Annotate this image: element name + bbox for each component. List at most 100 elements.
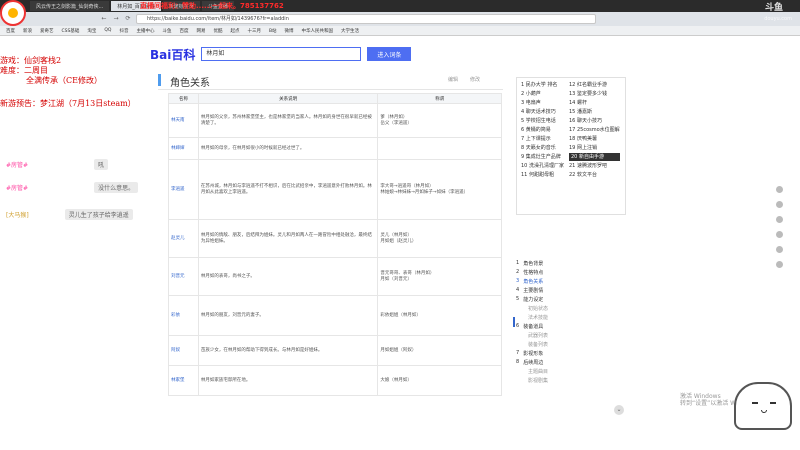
reload-icon[interactable]: ⟳ bbox=[124, 15, 132, 23]
bookmark[interactable]: 大学生活 bbox=[341, 28, 359, 34]
bookmark[interactable]: 网易 bbox=[196, 28, 205, 34]
outline-item-active[interactable]: 3 角色关系 bbox=[516, 278, 596, 287]
character-link[interactable]: 林天南 bbox=[168, 103, 199, 138]
browser-tab[interactable]: 风云传王之剑影篇_仙剑奇侠... bbox=[30, 1, 110, 11]
difficulty-extra: 全满传承（CE修改） bbox=[26, 76, 102, 85]
chat-user: #房管# bbox=[6, 161, 29, 169]
outline-subitem[interactable]: 影视剧集 bbox=[516, 377, 596, 386]
modify-link[interactable]: 修改 bbox=[470, 76, 480, 83]
outline-item[interactable]: 7 影视形象 bbox=[516, 350, 596, 359]
enter-entry-button[interactable]: 进入词条 bbox=[367, 47, 412, 61]
character-link[interactable]: 林婶婶 bbox=[168, 137, 199, 160]
trending-item[interactable]: 10 洗澡孔清理厂家 bbox=[521, 162, 564, 170]
bookmark[interactable]: B站 bbox=[269, 28, 277, 34]
character-desc: 林月如的表哥，尚书之子。 bbox=[197, 257, 379, 296]
trending-item[interactable]: 18 厌鸭美薯 bbox=[569, 135, 620, 143]
character-title: 晋元哥哥、表哥（林月如） 月如（刘晋元） bbox=[377, 257, 502, 296]
bookmark[interactable]: 爱奇艺 bbox=[40, 28, 54, 34]
trending-item[interactable]: 22 软文平台 bbox=[569, 171, 620, 179]
trending-item[interactable]: 13 鉴定要多少钱 bbox=[569, 90, 620, 98]
trending-item[interactable]: 4 聊天话术技巧 bbox=[521, 108, 564, 116]
trending-item[interactable]: 6 黄桶的简易 bbox=[521, 126, 564, 134]
baike-header: Bai百科 林月如 进入词条 bbox=[150, 44, 590, 64]
weibo-icon[interactable] bbox=[775, 216, 783, 223]
url-field[interactable]: https://baike.baidu.com/item/林月如/1439676… bbox=[136, 14, 596, 24]
chat-text: 灵儿生了孩子给李逍遥 bbox=[64, 208, 133, 220]
character-link[interactable]: 林家堡 bbox=[168, 365, 199, 396]
trending-item[interactable]: 19 网上注销 bbox=[569, 144, 620, 152]
trending-item[interactable]: 2 小葫芦 bbox=[521, 90, 564, 98]
character-title bbox=[377, 137, 502, 160]
outline-subitem[interactable]: 装备列表 bbox=[516, 341, 596, 350]
scroll-down-icon[interactable]: ⌄ bbox=[614, 405, 624, 415]
table-row: 刘晋元 林月如的表哥，尚书之子。 晋元哥哥、表哥（林月如） 月如（刘晋元） bbox=[168, 257, 502, 296]
character-link[interactable]: 刘晋元 bbox=[168, 257, 199, 296]
character-link[interactable]: 彩依 bbox=[168, 295, 199, 336]
outline-item[interactable]: 2 性格特点 bbox=[516, 269, 596, 278]
streamer-logo-icon bbox=[0, 0, 26, 26]
trending-item[interactable]: 17 25cosmo水位图解 bbox=[569, 126, 620, 134]
chat-message: #房管# 吼 bbox=[6, 157, 109, 171]
bookmark[interactable]: 起点 bbox=[230, 28, 239, 34]
bookmark[interactable]: 百度 bbox=[6, 28, 15, 34]
trending-item[interactable]: 1 民办大学 排名 bbox=[521, 81, 564, 89]
share-icon[interactable] bbox=[775, 261, 783, 268]
character-desc: 林月如的情敌、朋友，后结拜为姐妹。灵儿和月如两人在一路冒险中相处融洽，最终结为异… bbox=[197, 219, 379, 258]
bookmark[interactable]: 十三月 bbox=[247, 28, 261, 34]
douyu-watermark-sub: douyu.com bbox=[764, 16, 792, 22]
trending-item[interactable]: 21 速腾波形罗吧 bbox=[569, 162, 620, 170]
character-link[interactable]: 赵灵儿 bbox=[168, 219, 199, 258]
character-desc: 林月如的母亲，在林月如很小的时候就已经过世了。 bbox=[197, 137, 379, 160]
character-link[interactable]: 李逍遥 bbox=[168, 159, 199, 220]
search-input[interactable]: 林月如 bbox=[201, 47, 362, 61]
outline-subitem[interactable]: 法术技能 bbox=[516, 314, 596, 323]
trending-item[interactable]: 11 何甜甜母粗 bbox=[521, 171, 564, 179]
bookmark[interactable]: 淘宝 bbox=[87, 28, 96, 34]
outline-item[interactable]: 1 角色背景 bbox=[516, 260, 596, 269]
trending-item[interactable]: 8 天籁女的音乐 bbox=[521, 144, 564, 152]
trending-item[interactable]: 14 螺杆 bbox=[569, 99, 620, 107]
trending-item[interactable]: 3 电扇声 bbox=[521, 99, 564, 107]
outline-subitem[interactable]: 初始状态 bbox=[516, 305, 596, 314]
bookmark[interactable]: QQ bbox=[104, 28, 111, 33]
outline-item[interactable]: 8 后续周边 bbox=[516, 359, 596, 368]
outline-subitem[interactable]: 主题曲目 bbox=[516, 368, 596, 377]
bookmark[interactable]: 斗鱼 bbox=[162, 28, 171, 34]
mascot-cat-icon bbox=[734, 382, 792, 430]
outline-item[interactable]: 6 装备道具 bbox=[516, 323, 596, 332]
favorite-icon[interactable] bbox=[775, 201, 783, 208]
bookmark[interactable]: 中华人民共和国 bbox=[302, 28, 334, 34]
trending-item[interactable]: 15 潘嘉斯 bbox=[569, 108, 620, 116]
character-link[interactable]: 阿奴 bbox=[168, 335, 199, 366]
qq-icon[interactable] bbox=[775, 246, 783, 253]
bookmark[interactable]: 抖音 bbox=[119, 28, 128, 34]
section-title: 角色关系 bbox=[170, 78, 210, 89]
bookmark[interactable]: CSS基础 bbox=[62, 28, 80, 34]
outline-item[interactable]: 5 能力设定 bbox=[516, 296, 596, 305]
outline-item[interactable]: 4 主要剧情 bbox=[516, 287, 596, 296]
trending-item[interactable]: 9 集成灶生产品牌 bbox=[521, 153, 564, 161]
bookmark[interactable]: 优酷 bbox=[213, 28, 222, 34]
trending-item[interactable]: 16 聊天小技巧 bbox=[569, 117, 620, 125]
address-bar-row: ← → ⟳ https://baike.baidu.com/item/林月如/1… bbox=[0, 12, 800, 26]
chat-text: 没什么意思。 bbox=[94, 181, 139, 193]
bookmark[interactable]: 新浪 bbox=[23, 28, 32, 34]
bookmark[interactable]: 微博 bbox=[285, 28, 294, 34]
forward-icon[interactable]: → bbox=[112, 15, 120, 23]
bookmark[interactable]: 百度 bbox=[179, 28, 188, 34]
outline-subitem[interactable]: 武器列表 bbox=[516, 332, 596, 341]
bookmark[interactable]: 主播中心 bbox=[136, 28, 154, 34]
trending-item[interactable]: 12 红名霸业手游 bbox=[569, 81, 620, 89]
trending-item[interactable]: 7 上下课提示 bbox=[521, 135, 564, 143]
chat-text: 吼 bbox=[94, 158, 109, 170]
edit-link[interactable]: 编辑 bbox=[448, 76, 458, 83]
back-icon[interactable]: ← bbox=[100, 15, 108, 23]
bookmarks-bar: 百度 新浪 爱奇艺 CSS基础 淘宝 QQ 抖音 主播中心 斗鱼 百度 网易 优… bbox=[0, 26, 800, 36]
like-icon[interactable] bbox=[775, 186, 783, 193]
character-desc: 林月如家族宅邸所在地。 bbox=[197, 365, 379, 396]
trending-item-highlighted[interactable]: 20 新自由手游 bbox=[569, 153, 620, 161]
table-row: 林家堡 林月如家族宅邸所在地。 大娘（林月如） bbox=[168, 365, 502, 396]
wechat-icon[interactable] bbox=[775, 231, 783, 238]
character-title: 灵儿（林月如） 月如姐（赵灵儿） bbox=[377, 219, 502, 258]
trending-item[interactable]: 5 学校招生电话 bbox=[521, 117, 564, 125]
